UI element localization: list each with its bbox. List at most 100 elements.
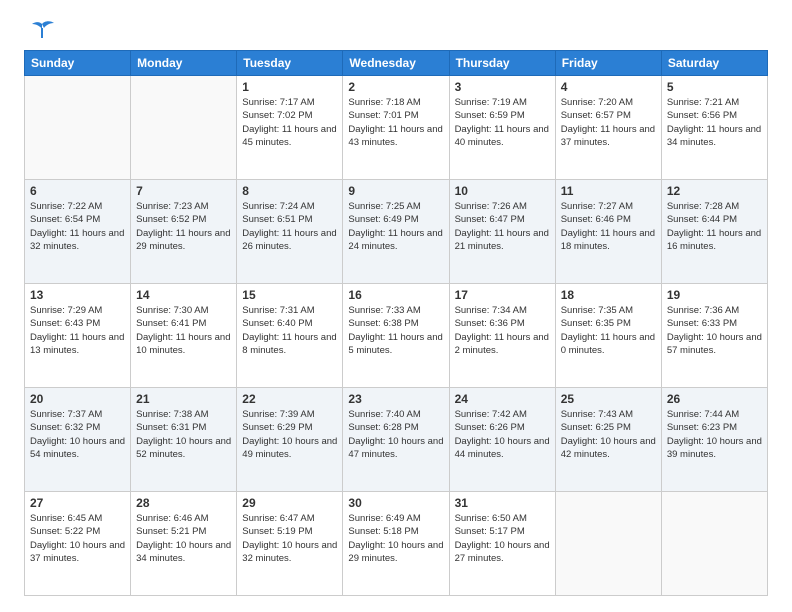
day-info: Sunrise: 7:17 AMSunset: 7:02 PMDaylight:… [242,96,337,149]
day-cell: 5Sunrise: 7:21 AMSunset: 6:56 PMDaylight… [661,76,767,180]
day-cell: 12Sunrise: 7:28 AMSunset: 6:44 PMDayligh… [661,180,767,284]
day-cell: 8Sunrise: 7:24 AMSunset: 6:51 PMDaylight… [237,180,343,284]
week-row-5: 27Sunrise: 6:45 AMSunset: 5:22 PMDayligh… [25,492,768,596]
day-cell: 15 Sunrise: 7:31 AMSunset: 6:40 PMDayligh… [237,284,343,388]
day-cell: 16 Sunrise: 7:33 AMSunset: 6:38 PMDayligh… [343,284,449,388]
day-info: Sunrise: 7:23 AMSunset: 6:52 PMDaylight:… [136,200,231,253]
day-cell [25,76,131,180]
col-header-monday: Monday [131,51,237,76]
day-cell: 23 Sunrise: 7:40 AMSunset: 6:28 PMDayligh… [343,388,449,492]
days-header-row: SundayMondayTuesdayWednesdayThursdayFrid… [25,51,768,76]
day-cell: 6 Sunrise: 7:22 AMSunset: 6:54 PMDaylight… [25,180,131,284]
week-row-4: 20 Sunrise: 7:37 AMSunset: 6:32 PMDayligh… [25,388,768,492]
day-number: 4 [561,80,656,94]
day-number: 1 [242,80,337,94]
day-info: Sunrise: 7:35 AMSunset: 6:35 PMDaylight:… [561,304,656,357]
day-info: Sunrise: 7:26 AMSunset: 6:47 PMDaylight:… [455,200,550,253]
day-number: 30 [348,496,443,510]
day-cell [555,492,661,596]
week-row-2: 6 Sunrise: 7:22 AMSunset: 6:54 PMDaylight… [25,180,768,284]
day-info: Sunrise: 7:30 AMSunset: 6:41 PMDaylight:… [136,304,231,357]
day-cell: 18 Sunrise: 7:35 AMSunset: 6:35 PMDayligh… [555,284,661,388]
day-info: Sunrise: 7:20 AMSunset: 6:57 PMDaylight:… [561,96,656,149]
day-number: 13 [30,288,125,302]
day-info: Sunrise: 7:22 AMSunset: 6:54 PMDaylight:… [30,200,125,253]
day-number: 11 [561,184,656,198]
day-info: Sunrise: 7:18 AMSunset: 7:01 PMDaylight:… [348,96,443,149]
day-cell [131,76,237,180]
day-cell: 21 Sunrise: 7:38 AMSunset: 6:31 PMDayligh… [131,388,237,492]
calendar-page: SundayMondayTuesdayWednesdayThursdayFrid… [0,0,792,612]
day-cell: 22Sunrise: 7:39 AMSunset: 6:29 PMDayligh… [237,388,343,492]
day-number: 8 [242,184,337,198]
day-number: 29 [242,496,337,510]
day-number: 31 [455,496,550,510]
day-cell: 24 Sunrise: 7:42 AMSunset: 6:26 PMDayligh… [449,388,555,492]
day-number: 26 [667,392,762,406]
day-number: 6 [30,184,125,198]
day-number: 21 [136,392,231,406]
day-cell: 19 Sunrise: 7:36 AMSunset: 6:33 PMDayligh… [661,284,767,388]
day-cell: 31Sunrise: 6:50 AMSunset: 5:17 PMDayligh… [449,492,555,596]
col-header-saturday: Saturday [661,51,767,76]
day-info: Sunrise: 6:49 AMSunset: 5:18 PMDaylight:… [348,512,443,565]
day-info: Sunrise: 7:36 AMSunset: 6:33 PMDaylight:… [667,304,762,357]
day-info: Sunrise: 7:29 AMSunset: 6:43 PMDaylight:… [30,304,125,357]
day-number: 17 [455,288,550,302]
logo [24,20,56,38]
header [24,20,768,38]
day-number: 25 [561,392,656,406]
day-info: Sunrise: 7:40 AMSunset: 6:28 PMDaylight:… [348,408,443,461]
day-cell [661,492,767,596]
day-info: Sunrise: 7:21 AMSunset: 6:56 PMDaylight:… [667,96,762,149]
day-number: 14 [136,288,231,302]
col-header-thursday: Thursday [449,51,555,76]
day-cell: 25 Sunrise: 7:43 AMSunset: 6:25 PMDayligh… [555,388,661,492]
week-row-1: 1 Sunrise: 7:17 AMSunset: 7:02 PMDaylight… [25,76,768,180]
day-number: 16 [348,288,443,302]
day-number: 28 [136,496,231,510]
day-number: 9 [348,184,443,198]
day-cell: 2 Sunrise: 7:18 AMSunset: 7:01 PMDaylight… [343,76,449,180]
day-number: 24 [455,392,550,406]
day-info: Sunrise: 7:44 AMSunset: 6:23 PMDaylight:… [667,408,762,461]
day-number: 7 [136,184,231,198]
day-info: Sunrise: 7:28 AMSunset: 6:44 PMDaylight:… [667,200,762,253]
day-number: 22 [242,392,337,406]
day-info: Sunrise: 7:37 AMSunset: 6:32 PMDaylight:… [30,408,125,461]
day-cell: 30 Sunrise: 6:49 AMSunset: 5:18 PMDayligh… [343,492,449,596]
day-cell: 27Sunrise: 6:45 AMSunset: 5:22 PMDayligh… [25,492,131,596]
day-info: Sunrise: 7:33 AMSunset: 6:38 PMDaylight:… [348,304,443,357]
logo-bird-icon [28,20,56,42]
week-row-3: 13 Sunrise: 7:29 AMSunset: 6:43 PMDayligh… [25,284,768,388]
day-info: Sunrise: 7:31 AMSunset: 6:40 PMDaylight:… [242,304,337,357]
col-header-wednesday: Wednesday [343,51,449,76]
day-cell: 4 Sunrise: 7:20 AMSunset: 6:57 PMDaylight… [555,76,661,180]
calendar-table: SundayMondayTuesdayWednesdayThursdayFrid… [24,50,768,596]
day-number: 23 [348,392,443,406]
day-cell: 17 Sunrise: 7:34 AMSunset: 6:36 PMDayligh… [449,284,555,388]
day-number: 18 [561,288,656,302]
day-info: Sunrise: 6:47 AMSunset: 5:19 PMDaylight:… [242,512,337,565]
day-cell: 26 Sunrise: 7:44 AMSunset: 6:23 PMDayligh… [661,388,767,492]
day-cell: 10Sunrise: 7:26 AMSunset: 6:47 PMDayligh… [449,180,555,284]
day-info: Sunrise: 7:38 AMSunset: 6:31 PMDaylight:… [136,408,231,461]
day-cell: 14 Sunrise: 7:30 AMSunset: 6:41 PMDayligh… [131,284,237,388]
day-info: Sunrise: 7:34 AMSunset: 6:36 PMDaylight:… [455,304,550,357]
day-info: Sunrise: 7:27 AMSunset: 6:46 PMDaylight:… [561,200,656,253]
day-number: 27 [30,496,125,510]
day-number: 15 [242,288,337,302]
day-number: 3 [455,80,550,94]
day-cell: 13 Sunrise: 7:29 AMSunset: 6:43 PMDayligh… [25,284,131,388]
day-cell: 9Sunrise: 7:25 AMSunset: 6:49 PMDaylight… [343,180,449,284]
day-info: Sunrise: 7:43 AMSunset: 6:25 PMDaylight:… [561,408,656,461]
day-number: 2 [348,80,443,94]
day-number: 20 [30,392,125,406]
day-number: 19 [667,288,762,302]
day-cell: 29 Sunrise: 6:47 AMSunset: 5:19 PMDayligh… [237,492,343,596]
day-info: Sunrise: 7:19 AMSunset: 6:59 PMDaylight:… [455,96,550,149]
day-cell: 11 Sunrise: 7:27 AMSunset: 6:46 PMDayligh… [555,180,661,284]
day-cell: 1 Sunrise: 7:17 AMSunset: 7:02 PMDaylight… [237,76,343,180]
col-header-tuesday: Tuesday [237,51,343,76]
day-info: Sunrise: 7:42 AMSunset: 6:26 PMDaylight:… [455,408,550,461]
